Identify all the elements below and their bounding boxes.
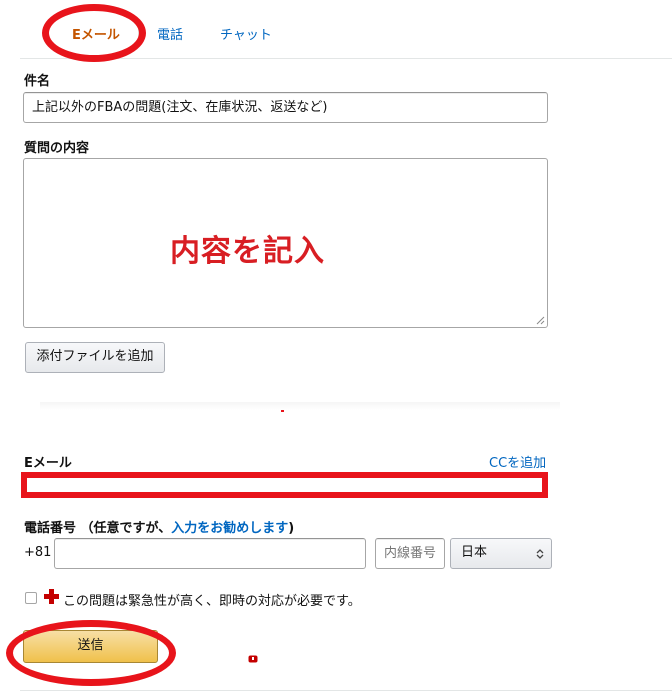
- tab-email[interactable]: Eメール: [72, 24, 120, 43]
- tab-chat[interactable]: チャット: [220, 24, 272, 43]
- question-label: 質問の内容: [24, 141, 90, 156]
- country-select-value: 日本: [461, 545, 488, 560]
- contact-method-tabs: Eメール 電話 チャット: [20, 14, 672, 59]
- submit-button[interactable]: 送信: [23, 630, 158, 663]
- phone-field[interactable]: [54, 538, 366, 569]
- small-warning-icon: [248, 655, 258, 663]
- urgent-checkbox[interactable]: [25, 592, 37, 604]
- resize-handle-icon[interactable]: [536, 316, 545, 325]
- phone-label-text: 電話番号 （任意ですが、: [24, 521, 172, 536]
- email-field[interactable]: [21, 472, 548, 498]
- tab-phone[interactable]: 電話: [157, 24, 183, 43]
- subject-label: 件名: [24, 74, 51, 89]
- phone-label: 電話番号 （任意ですが、入力をお勧めします): [24, 517, 294, 536]
- add-cc-link[interactable]: CCを追加: [489, 452, 546, 471]
- country-code: +81: [24, 545, 52, 560]
- phone-label-recommend: 入力をお勧めします: [171, 521, 289, 536]
- country-select[interactable]: 日本: [450, 538, 552, 569]
- tab-divider: [138, 25, 139, 43]
- section-divider: [40, 402, 560, 410]
- attach-file-button[interactable]: 添付ファイルを追加: [25, 342, 165, 373]
- bottom-divider: [20, 690, 672, 691]
- urgent-label: この問題は緊急性が高く、即時の対応が必要です。: [63, 594, 361, 609]
- subject-field[interactable]: 上記以外のFBAの問題(注文、在庫状況、返送など): [23, 92, 548, 123]
- divider-marker: [281, 410, 284, 412]
- select-arrows-icon: [536, 549, 544, 559]
- phone-label-suffix: ): [288, 521, 295, 536]
- red-cross-icon: [44, 589, 59, 604]
- extension-placeholder: 内線番号: [384, 546, 437, 561]
- annotation-fill-content: 内容を記入: [170, 234, 325, 269]
- email-label: Eメール: [24, 456, 72, 471]
- extension-field[interactable]: 内線番号: [375, 538, 445, 569]
